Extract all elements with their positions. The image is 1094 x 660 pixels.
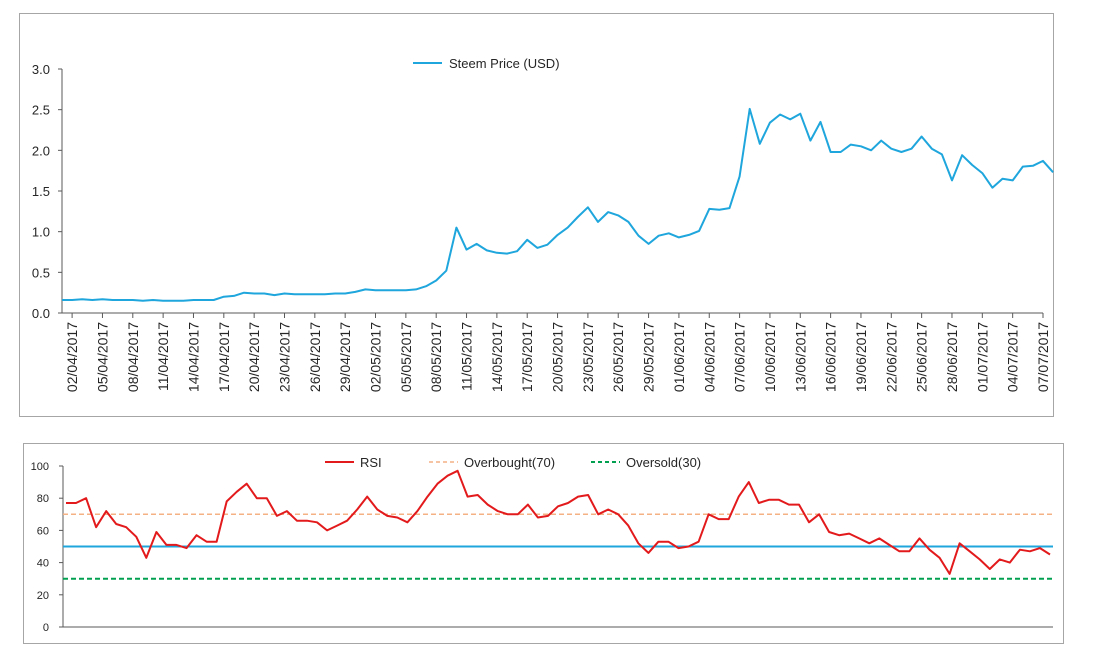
x-tick-label: 17/05/2017 — [519, 322, 535, 392]
y-tick-label: 2.0 — [32, 143, 50, 158]
y-tick-label: 2.5 — [32, 103, 50, 118]
x-tick-label: 14/05/2017 — [489, 322, 505, 392]
x-tick-label: 26/04/2017 — [307, 322, 323, 392]
y-tick-label: 1.0 — [32, 225, 50, 240]
x-tick-label: 23/05/2017 — [580, 322, 596, 392]
x-tick-label: 10/06/2017 — [762, 322, 778, 392]
x-tick-label: 04/06/2017 — [701, 322, 717, 392]
x-tick-label: 11/04/2017 — [155, 322, 171, 391]
x-tick-label: 29/04/2017 — [337, 322, 353, 392]
x-tick-label: 05/04/2017 — [94, 322, 110, 392]
rsi-y-tick-label: 60 — [37, 525, 49, 537]
x-tick-label: 08/05/2017 — [428, 322, 444, 392]
x-tick-label: 20/04/2017 — [246, 322, 262, 392]
series-line-steem-price — [62, 107, 1054, 302]
rsi-y-tick-label: 20 — [37, 590, 49, 602]
x-tick-label: 17/04/2017 — [216, 322, 232, 392]
rsi-chart: 0 20 40 60 80 100 RSI Overbought(70) Oversold(30… — [31, 455, 1053, 634]
x-tick-label: 25/06/2017 — [914, 322, 930, 392]
x-tick-label: 19/06/2017 — [853, 322, 869, 392]
x-tick-label: 29/05/2017 — [641, 322, 657, 392]
rsi-y-tick-label: 0 — [43, 622, 49, 634]
x-tick-label: 22/06/2017 — [883, 322, 899, 392]
x-tick-label: 16/06/2017 — [823, 322, 839, 392]
x-tick-label: 28/06/2017 — [944, 322, 960, 392]
y-tick-label: 0.5 — [32, 265, 50, 280]
rsi-y-tick-label: 100 — [31, 461, 49, 473]
x-tick-label: 05/05/2017 — [398, 322, 414, 392]
y-tick-label: 3.0 — [32, 62, 50, 77]
x-tick-label: 04/07/2017 — [1005, 322, 1021, 392]
rsi-chart-panel: 0 20 40 60 80 100 RSI Overbought(70) Oversold(30… — [23, 443, 1064, 644]
x-tick-label: 01/07/2017 — [974, 322, 990, 392]
x-tick-label: 20/05/2017 — [550, 322, 566, 392]
price-chart: 0.0 0.5 1.0 1.5 2.0 2.5 3.0 02/04/2017 05/04/201… — [32, 56, 1054, 392]
series-line-rsi — [66, 469, 1051, 575]
x-tick-label: 14/04/2017 — [185, 322, 201, 392]
x-tick-label: 02/04/2017 — [64, 322, 80, 392]
rsi-y-tick-label: 40 — [37, 558, 49, 570]
x-tick-label: 11/05/2017 — [459, 322, 475, 391]
x-tick-label: 26/05/2017 — [610, 322, 626, 392]
y-tick-label: 1.5 — [32, 184, 50, 199]
x-tick-label: 13/06/2017 — [792, 322, 808, 392]
legend-label-overbought: Overbought(70) — [464, 455, 555, 470]
y-tick-label: 0.0 — [32, 306, 50, 321]
legend-label-oversold: Oversold(30) — [626, 455, 701, 470]
x-tick-label: 01/06/2017 — [671, 322, 687, 392]
price-chart-panel: 0.0 0.5 1.0 1.5 2.0 2.5 3.0 02/04/2017 05/04/201… — [19, 13, 1054, 417]
rsi-y-tick-label: 80 — [37, 493, 49, 505]
legend-label-rsi: RSI — [360, 455, 382, 470]
legend-label-steem-price: Steem Price (USD) — [449, 56, 560, 71]
x-tick-label: 23/04/2017 — [276, 322, 292, 392]
x-tick-label: 07/06/2017 — [732, 322, 748, 392]
x-tick-label: 02/05/2017 — [368, 322, 384, 392]
x-tick-label: 07/07/2017 — [1035, 322, 1051, 392]
x-tick-label: 08/04/2017 — [125, 322, 141, 392]
